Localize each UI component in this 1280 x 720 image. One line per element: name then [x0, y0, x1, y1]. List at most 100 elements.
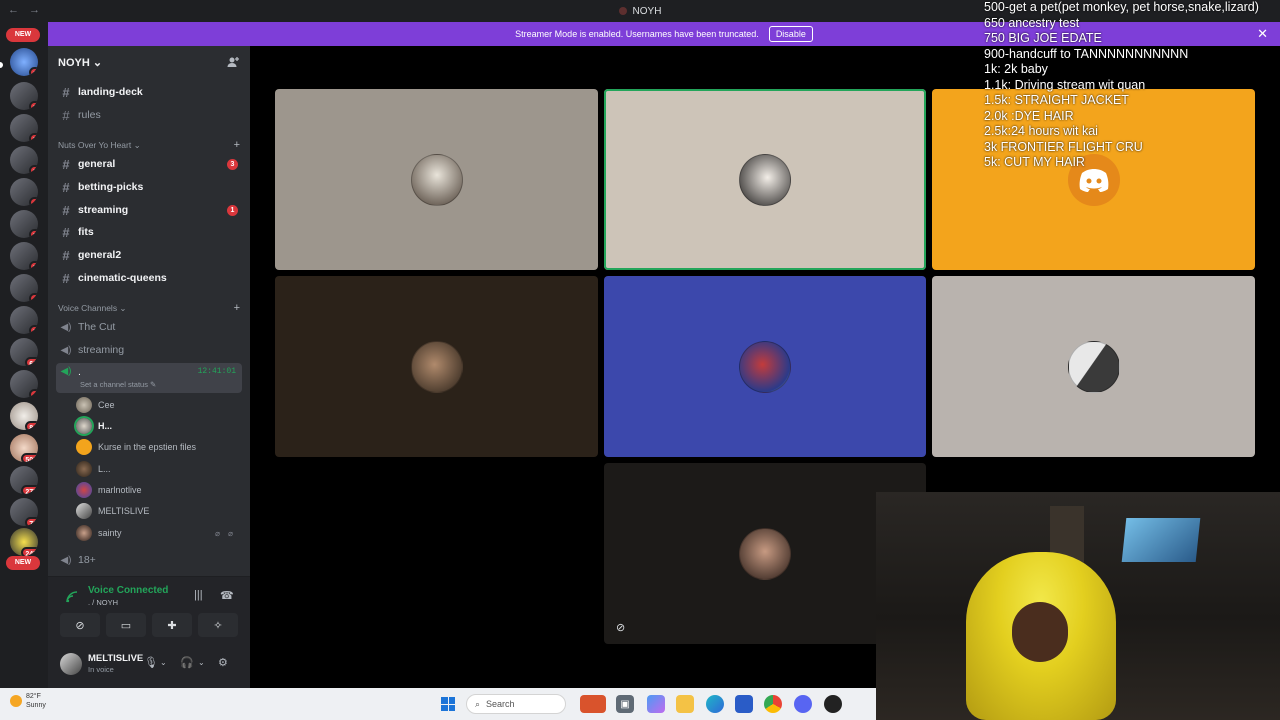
channel-rules[interactable]: # rules [56, 105, 242, 125]
back-arrow-icon[interactable]: ← [8, 4, 19, 16]
goal-line: 5k: CUT MY HAIR [984, 155, 1085, 169]
avatar [76, 439, 92, 455]
headphones-icon[interactable]: 🎧 [180, 656, 194, 669]
video-tile[interactable] [275, 89, 598, 270]
server-icon[interactable]: 4 [10, 274, 38, 302]
channel-label: fits [78, 226, 94, 238]
taskbar-search[interactable]: ⌕ Search [466, 694, 566, 714]
server-icon[interactable]: 1 [10, 48, 38, 76]
category-voice-channels[interactable]: Voice Channels ⌄ + [58, 301, 242, 315]
voice-user[interactable]: sainty ⌀ ⌀ [76, 523, 242, 543]
channel-cinematic-queens[interactable]: # cinematic-queens [56, 268, 242, 288]
video-tile[interactable] [604, 276, 926, 457]
voice-user[interactable]: Cee [76, 395, 242, 415]
voice-user[interactable]: H... [76, 416, 242, 436]
user-status: In voice [88, 665, 114, 674]
activities-button[interactable]: ✚ [152, 613, 192, 637]
soundboard-button[interactable]: ✧ [198, 613, 238, 637]
video-tile[interactable] [932, 276, 1255, 457]
discord-icon[interactable] [794, 695, 812, 713]
camera-off-icon: ⊘ [75, 619, 85, 632]
channel-fits[interactable]: # fits [56, 222, 242, 242]
edge-icon[interactable] [706, 695, 724, 713]
server-header[interactable]: NOYH ⌄ [48, 46, 250, 78]
obs-icon[interactable] [824, 695, 842, 713]
screen-share-icon: ▭ [120, 619, 132, 632]
new-badge: NEW [6, 28, 40, 42]
channel-streaming[interactable]: # streaming 1 [56, 200, 242, 220]
add-channel-icon[interactable]: + [234, 302, 240, 314]
voice-channel-label: streaming [78, 344, 125, 356]
channel-landing-deck[interactable]: # landing-deck [56, 82, 242, 102]
noise-suppression-icon[interactable]: ||| [194, 589, 203, 601]
voice-channel-label: . [78, 366, 81, 378]
invite-icon[interactable] [226, 55, 240, 69]
channel-general2[interactable]: # general2 [56, 245, 242, 265]
voice-user[interactable]: MELTISLIVE [76, 501, 242, 521]
voice-user[interactable]: Kurse in the epstien files [76, 437, 242, 457]
microphone-icon[interactable]: 🎙 [144, 656, 158, 669]
store-icon[interactable] [735, 695, 753, 713]
server-name: NOYH ⌄ [58, 56, 103, 69]
soundboard-icon: ✧ [213, 619, 223, 632]
channel-label: rules [78, 109, 101, 121]
chevron-down-icon[interactable]: ⌄ [198, 658, 205, 667]
weather-widget[interactable]: 82°F Sunny [10, 692, 46, 710]
avatar [76, 461, 92, 477]
voice-channel-streaming[interactable]: ◀) streaming [56, 340, 242, 360]
disconnect-icon[interactable]: ☎ [220, 589, 234, 602]
mention-badge: 4 [29, 293, 38, 302]
channel-status-link[interactable]: Set a channel status ✎ [80, 380, 156, 389]
voice-channel-the-cut[interactable]: ◀) The Cut [56, 317, 242, 337]
server-icon[interactable]: 3 [10, 114, 38, 142]
gear-icon[interactable]: ⚙ [218, 656, 228, 669]
taskbar-app-widget-icon[interactable] [580, 695, 606, 713]
voice-status[interactable]: Voice Connected [88, 585, 168, 596]
start-button[interactable] [441, 697, 455, 711]
avatar[interactable] [60, 653, 82, 675]
disable-button[interactable]: Disable [768, 26, 813, 42]
forward-arrow-icon[interactable]: → [29, 4, 40, 16]
speaker-icon: ◀) [60, 344, 72, 356]
task-view-icon[interactable]: ▣ [616, 695, 634, 713]
voice-channel-18plus[interactable]: ◀) 18+ [56, 550, 242, 570]
server-icon[interactable]: 60 [10, 338, 38, 366]
goal-line: 2.5k:24 hours wit kai [984, 124, 1098, 138]
server-icon[interactable]: 500 [10, 434, 38, 462]
chevron-down-icon[interactable]: ⌄ [160, 658, 167, 667]
server-icon[interactable]: 3 [10, 210, 38, 238]
category-nuts-over-yo-heart[interactable]: Nuts Over Yo Heart ⌄ + [58, 138, 242, 152]
server-icon[interactable]: 2 [10, 82, 38, 110]
server-icon[interactable]: 245 [10, 528, 38, 556]
unread-pip [0, 62, 3, 68]
channel-label: streaming [78, 204, 129, 216]
hash-icon: # [62, 270, 70, 286]
add-channel-icon[interactable]: + [234, 139, 240, 151]
share-screen-button[interactable]: ▭ [106, 613, 146, 637]
server-icon[interactable]: 3 [10, 242, 38, 270]
server-icon[interactable]: 2 [10, 146, 38, 174]
server-icon[interactable]: 84 [10, 402, 38, 430]
voice-location: . / NOYH [88, 598, 119, 607]
server-icon[interactable]: 78 [10, 498, 38, 526]
avatar [739, 153, 791, 206]
voice-channel-label: 18+ [78, 554, 96, 566]
channel-general[interactable]: # general 3 [56, 154, 242, 174]
server-icon[interactable]: 275 [10, 466, 38, 494]
channel-betting-picks[interactable]: # betting-picks [56, 177, 242, 197]
file-explorer-icon[interactable] [676, 695, 694, 713]
voice-user[interactable]: marlnotlive [76, 480, 242, 500]
server-icon[interactable]: 4 [10, 178, 38, 206]
signal-icon[interactable] [66, 591, 78, 606]
voice-user[interactable]: L... [76, 459, 242, 479]
camera-off-button[interactable]: ⊘ [60, 613, 100, 637]
server-icon[interactable]: 2 [10, 306, 38, 334]
voice-channel-active[interactable]: ◀) . 12:41:01 Set a channel status ✎ [56, 363, 242, 393]
server-icon[interactable]: 4 [10, 370, 38, 398]
chrome-icon[interactable] [764, 695, 782, 713]
channel-label: general2 [78, 249, 122, 261]
video-tile[interactable] [275, 276, 598, 457]
video-tile-speaking[interactable] [604, 89, 926, 270]
mention-badge: 2 [29, 101, 38, 110]
copilot-icon[interactable] [647, 695, 665, 713]
